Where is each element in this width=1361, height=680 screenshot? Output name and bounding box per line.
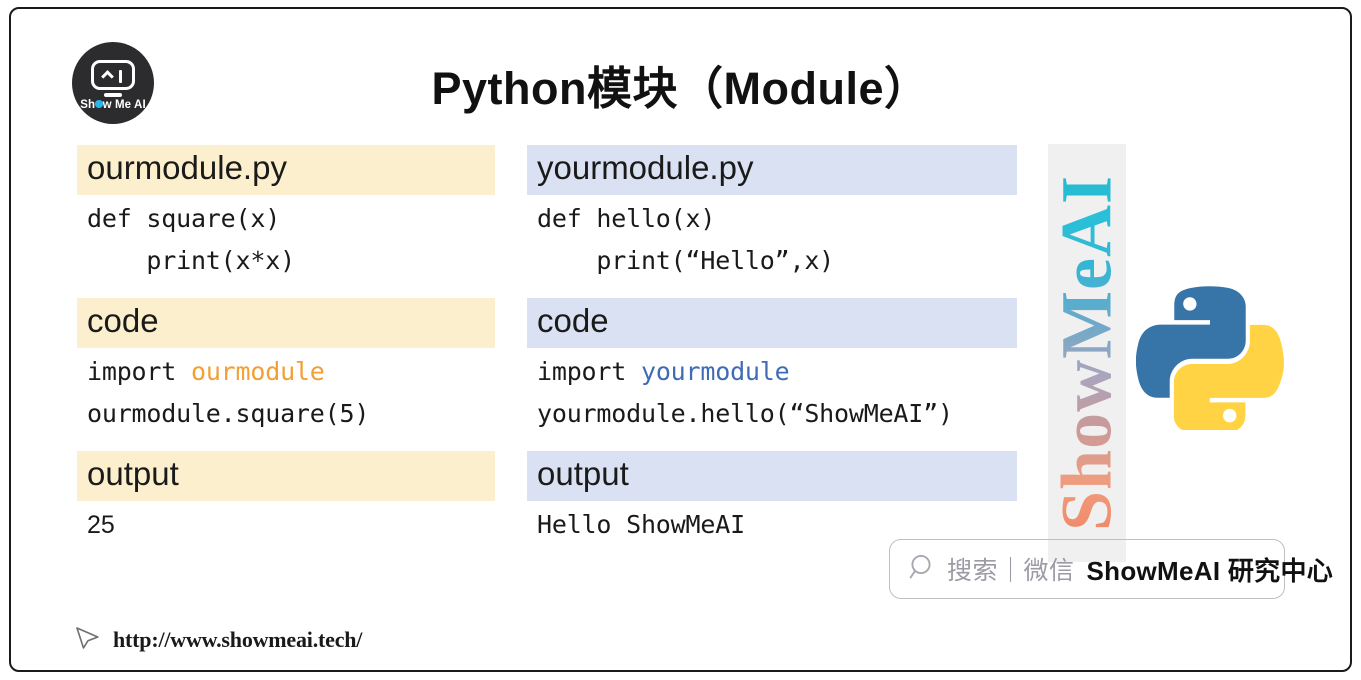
right-module-code-line-1: def hello(x): [537, 203, 716, 233]
left-output-value: 25: [87, 510, 115, 539]
right-import-keyword: import: [537, 356, 641, 386]
right-code-header: code: [527, 297, 1017, 348]
right-block-output: output Hello ShowMeAI: [527, 450, 1017, 543]
left-import-keyword: import: [87, 356, 191, 386]
badge-brand-label: ShowMeAI 研究中心: [1086, 555, 1334, 586]
slide-canvas: Sh w Me AI Python模块（Module） ourmodule.py …: [0, 0, 1361, 680]
left-code-header: code: [77, 297, 495, 348]
left-code-line-1: import ourmodule: [77, 348, 495, 391]
left-code-line-2: ourmodule.square(5): [87, 399, 370, 429]
right-block-module: yourmodule.py def hello(x) print(“Hello”…: [527, 145, 1017, 280]
magnifier-icon: [908, 552, 938, 587]
right-output-value: Hello ShowMeAI: [537, 509, 745, 539]
python-logo: [1135, 282, 1284, 437]
left-block-module: ourmodule.py def square(x) print(x*x): [77, 145, 495, 280]
right-module-header: yourmodule.py: [527, 145, 1017, 195]
vertical-brand-banner: ShowMeAI: [1048, 144, 1126, 562]
left-module-code-line-2: print(x*x): [87, 246, 295, 276]
left-module-name: ourmodule: [190, 356, 325, 386]
left-block-output: output 25: [77, 450, 495, 543]
cursor-arrow-icon: [76, 622, 104, 657]
left-column: ourmodule.py def square(x) print(x*x) co…: [77, 145, 495, 543]
footer: http://www.showmeai.tech/: [76, 622, 362, 657]
wechat-search-badge[interactable]: 搜索｜微信 ShowMeAI 研究中心: [889, 539, 1333, 599]
page-title: Python模块（Module）: [431, 63, 930, 114]
left-module-code-line-1: def square(x): [87, 203, 281, 233]
badge-search-label: 搜索｜微信: [947, 557, 1075, 585]
right-block-code: code import yourmodule yourmodule.hello(…: [527, 297, 1017, 433]
left-module-header: ourmodule.py: [77, 145, 495, 195]
right-column: yourmodule.py def hello(x) print(“Hello”…: [527, 145, 1017, 543]
left-block-code: code import ourmodule ourmodule.square(5…: [77, 297, 495, 433]
vertical-brand-text: ShowMeAI: [1048, 175, 1126, 531]
left-output-header: output: [77, 450, 495, 501]
right-module-name: yourmodule: [640, 356, 790, 386]
right-module-code-line-2: print(“Hello”,x): [537, 246, 835, 276]
right-code-line-1: import yourmodule: [527, 348, 1017, 391]
footer-url[interactable]: http://www.showmeai.tech/: [113, 627, 362, 653]
right-output-header: output: [527, 450, 1017, 501]
right-code-line-2: yourmodule.hello(“ShowMeAI”): [537, 399, 953, 429]
